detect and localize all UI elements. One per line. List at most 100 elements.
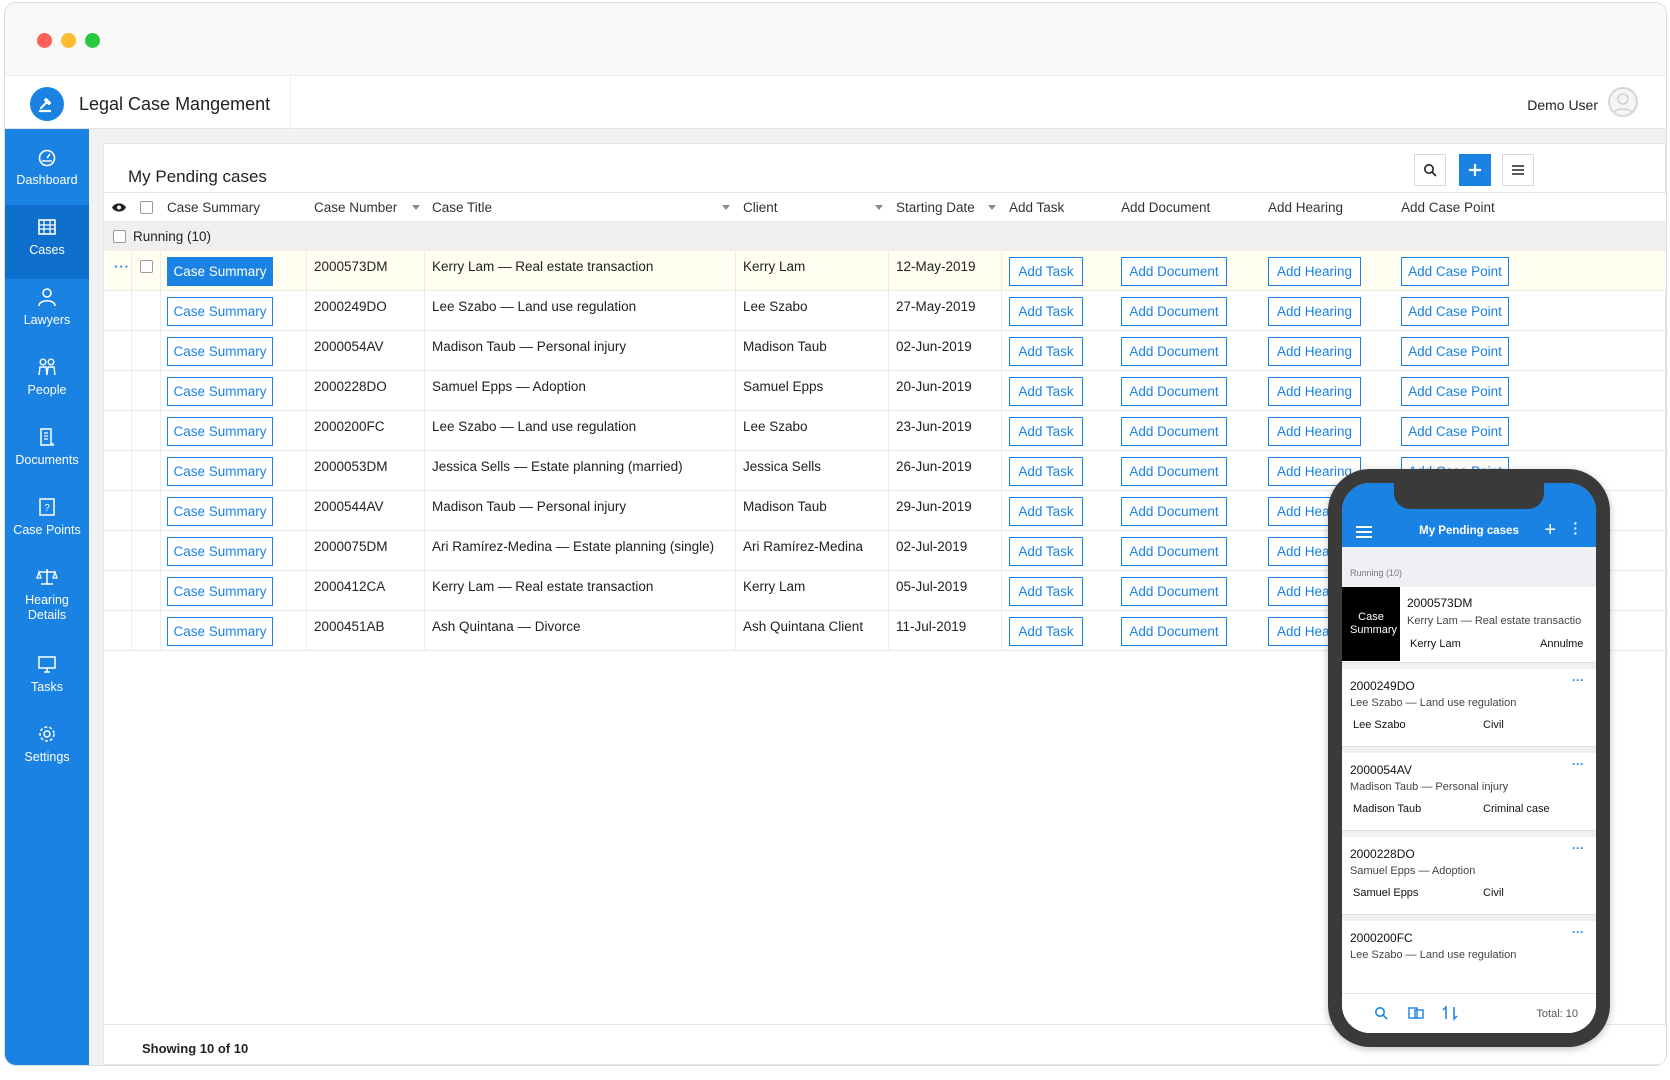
mobile-more-icon[interactable]: ··· bbox=[1572, 841, 1584, 855]
add-document-button[interactable]: Add Document bbox=[1121, 377, 1227, 406]
add-case-point-button[interactable]: Add Case Point bbox=[1401, 257, 1509, 286]
case-summary-button[interactable]: Case Summary bbox=[167, 457, 273, 486]
column-header-case-number[interactable]: Case Number bbox=[314, 200, 397, 215]
sidebar-item-lawyers[interactable]: Lawyers bbox=[5, 275, 89, 349]
add-task-button[interactable]: Add Task bbox=[1009, 377, 1083, 406]
add-case-button[interactable] bbox=[1459, 154, 1491, 186]
sort-caret-icon[interactable] bbox=[722, 205, 730, 210]
sidebar-item-people[interactable]: People bbox=[5, 345, 89, 419]
case-summary-button[interactable]: Case Summary bbox=[167, 337, 273, 366]
case-summary-button[interactable]: Case Summary bbox=[167, 297, 273, 326]
mobile-card[interactable]: 2000249DO Lee Szabo — Land use regulation… bbox=[1342, 669, 1596, 747]
add-task-button[interactable]: Add Task bbox=[1009, 337, 1083, 366]
cell-divider bbox=[160, 451, 161, 491]
mobile-kebab-icon[interactable]: · · · bbox=[1573, 516, 1578, 540]
case-summary-button[interactable]: Case Summary bbox=[167, 257, 273, 286]
sidebar-item-tasks[interactable]: Tasks bbox=[5, 642, 89, 716]
sidebar-item-documents[interactable]: Documents bbox=[5, 415, 89, 489]
add-document-button[interactable]: Add Document bbox=[1121, 617, 1227, 646]
add-document-button[interactable]: Add Document bbox=[1121, 337, 1227, 366]
add-task-button[interactable]: Add Task bbox=[1009, 457, 1083, 486]
group-checkbox[interactable] bbox=[113, 230, 126, 243]
maximize-window-button[interactable] bbox=[85, 33, 100, 48]
eye-icon[interactable] bbox=[111, 202, 127, 213]
mobile-card[interactable]: 2000054AV Madison Taub — Personal injury M… bbox=[1342, 753, 1596, 831]
add-task-button[interactable]: Add Task bbox=[1009, 577, 1083, 606]
menu-button[interactable] bbox=[1502, 154, 1534, 186]
cell-divider bbox=[888, 291, 889, 331]
sidebar-item-hearing-details[interactable]: Hearing Details bbox=[5, 555, 89, 643]
column-header-case-title[interactable]: Case Title bbox=[432, 200, 492, 215]
add-case-point-button[interactable]: Add Case Point bbox=[1401, 417, 1509, 446]
add-task-button[interactable]: Add Task bbox=[1009, 257, 1083, 286]
mobile-more-icon[interactable]: ··· bbox=[1572, 673, 1584, 687]
add-task-button[interactable]: Add Task bbox=[1009, 497, 1083, 526]
add-case-point-button[interactable]: Add Case Point bbox=[1401, 377, 1509, 406]
mobile-more-icon[interactable]: ··· bbox=[1572, 757, 1584, 771]
add-document-button[interactable]: Add Document bbox=[1121, 537, 1227, 566]
add-hearing-button[interactable]: Add Hearing bbox=[1268, 297, 1361, 326]
column-header-case-summary[interactable]: Case Summary bbox=[167, 200, 260, 215]
mobile-sort-icon[interactable] bbox=[1442, 1005, 1458, 1021]
user-avatar-icon[interactable] bbox=[1608, 87, 1638, 117]
case-summary-button[interactable]: Case Summary bbox=[167, 537, 273, 566]
search-button[interactable] bbox=[1414, 154, 1446, 186]
mobile-search-icon[interactable] bbox=[1374, 1006, 1388, 1020]
add-hearing-button[interactable]: Add Hearing bbox=[1268, 257, 1361, 286]
add-task-button[interactable]: Add Task bbox=[1009, 417, 1083, 446]
cell-divider bbox=[306, 371, 307, 411]
cell-divider bbox=[424, 291, 425, 331]
add-document-button[interactable]: Add Document bbox=[1121, 497, 1227, 526]
add-document-button[interactable]: Add Document bbox=[1121, 457, 1227, 486]
add-task-button[interactable]: Add Task bbox=[1009, 617, 1083, 646]
sidebar-item-settings[interactable]: Settings bbox=[5, 712, 89, 786]
sidebar-item-cases[interactable]: Cases bbox=[5, 205, 89, 279]
case-title: Madison Taub — Personal injury bbox=[432, 339, 627, 354]
add-hearing-button[interactable]: Add Hearing bbox=[1268, 377, 1361, 406]
row-checkbox[interactable] bbox=[140, 260, 153, 273]
column-header-client[interactable]: Client bbox=[743, 200, 778, 215]
table-row[interactable]: Case Summary 2000200FC Lee Szabo — Land us… bbox=[104, 411, 1666, 451]
case-title: Jessica Sells — Estate planning (married… bbox=[432, 459, 683, 474]
add-document-button[interactable]: Add Document bbox=[1121, 257, 1227, 286]
sidebar-item-dashboard[interactable]: Dashboard bbox=[5, 135, 89, 209]
add-hearing-button[interactable]: Add Hearing bbox=[1268, 417, 1361, 446]
table-row[interactable]: Case Summary 2000054AV Madison Taub — Pers… bbox=[104, 331, 1666, 371]
table-header: Case Summary Case Number Case Title Clie… bbox=[104, 192, 1666, 222]
add-task-button[interactable]: Add Task bbox=[1009, 297, 1083, 326]
mobile-card[interactable]: 2000228DO Samuel Epps — Adoption Samuel Ep… bbox=[1342, 837, 1596, 915]
mobile-card[interactable]: Case Summary 2000573DM Kerry Lam — Real … bbox=[1342, 587, 1596, 663]
group-row-running[interactable]: Running (10) bbox=[104, 222, 1666, 251]
mobile-more-icon[interactable]: ··· bbox=[1572, 925, 1584, 939]
sort-caret-icon[interactable] bbox=[988, 205, 996, 210]
add-task-button[interactable]: Add Task bbox=[1009, 537, 1083, 566]
mobile-plus-icon[interactable]: + bbox=[1544, 519, 1556, 542]
add-document-button[interactable]: Add Document bbox=[1121, 577, 1227, 606]
mobile-filter-icon[interactable] bbox=[1408, 1006, 1424, 1020]
mobile-case-summary-action[interactable]: Case Summary bbox=[1342, 587, 1400, 661]
row-more-icon[interactable]: ··· bbox=[114, 259, 130, 274]
sort-caret-icon[interactable] bbox=[875, 205, 883, 210]
case-summary-button[interactable]: Case Summary bbox=[167, 377, 273, 406]
column-header-starting-date[interactable]: Starting Date bbox=[896, 200, 975, 215]
add-document-button[interactable]: Add Document bbox=[1121, 417, 1227, 446]
mobile-card[interactable]: 2000200FC Lee Szabo — Land use regulation… bbox=[1342, 921, 1596, 999]
sort-caret-icon[interactable] bbox=[412, 205, 420, 210]
add-hearing-button[interactable]: Add Hearing bbox=[1268, 337, 1361, 366]
table-row[interactable]: Case Summary 2000249DO Lee Szabo — Land us… bbox=[104, 291, 1666, 331]
minimize-window-button[interactable] bbox=[61, 33, 76, 48]
case-summary-button[interactable]: Case Summary bbox=[167, 417, 273, 446]
case-summary-button[interactable]: Case Summary bbox=[167, 497, 273, 526]
table-row[interactable]: Case Summary 2000228DO Samuel Epps — Adopt… bbox=[104, 371, 1666, 411]
close-window-button[interactable] bbox=[37, 33, 52, 48]
case-summary-button[interactable]: Case Summary bbox=[167, 617, 273, 646]
select-all-checkbox[interactable] bbox=[140, 201, 153, 214]
sidebar-item-case-points[interactable]: ? Case Points bbox=[5, 485, 89, 559]
case-summary-button[interactable]: Case Summary bbox=[167, 577, 273, 606]
user-name[interactable]: Demo User bbox=[1527, 97, 1598, 113]
table-row[interactable]: ··· Case Summary 2000573DM Kerry Lam — Real… bbox=[104, 251, 1666, 291]
add-document-button[interactable]: Add Document bbox=[1121, 297, 1227, 326]
add-case-point-button[interactable]: Add Case Point bbox=[1401, 337, 1509, 366]
header-divider bbox=[290, 77, 291, 129]
add-case-point-button[interactable]: Add Case Point bbox=[1401, 297, 1509, 326]
